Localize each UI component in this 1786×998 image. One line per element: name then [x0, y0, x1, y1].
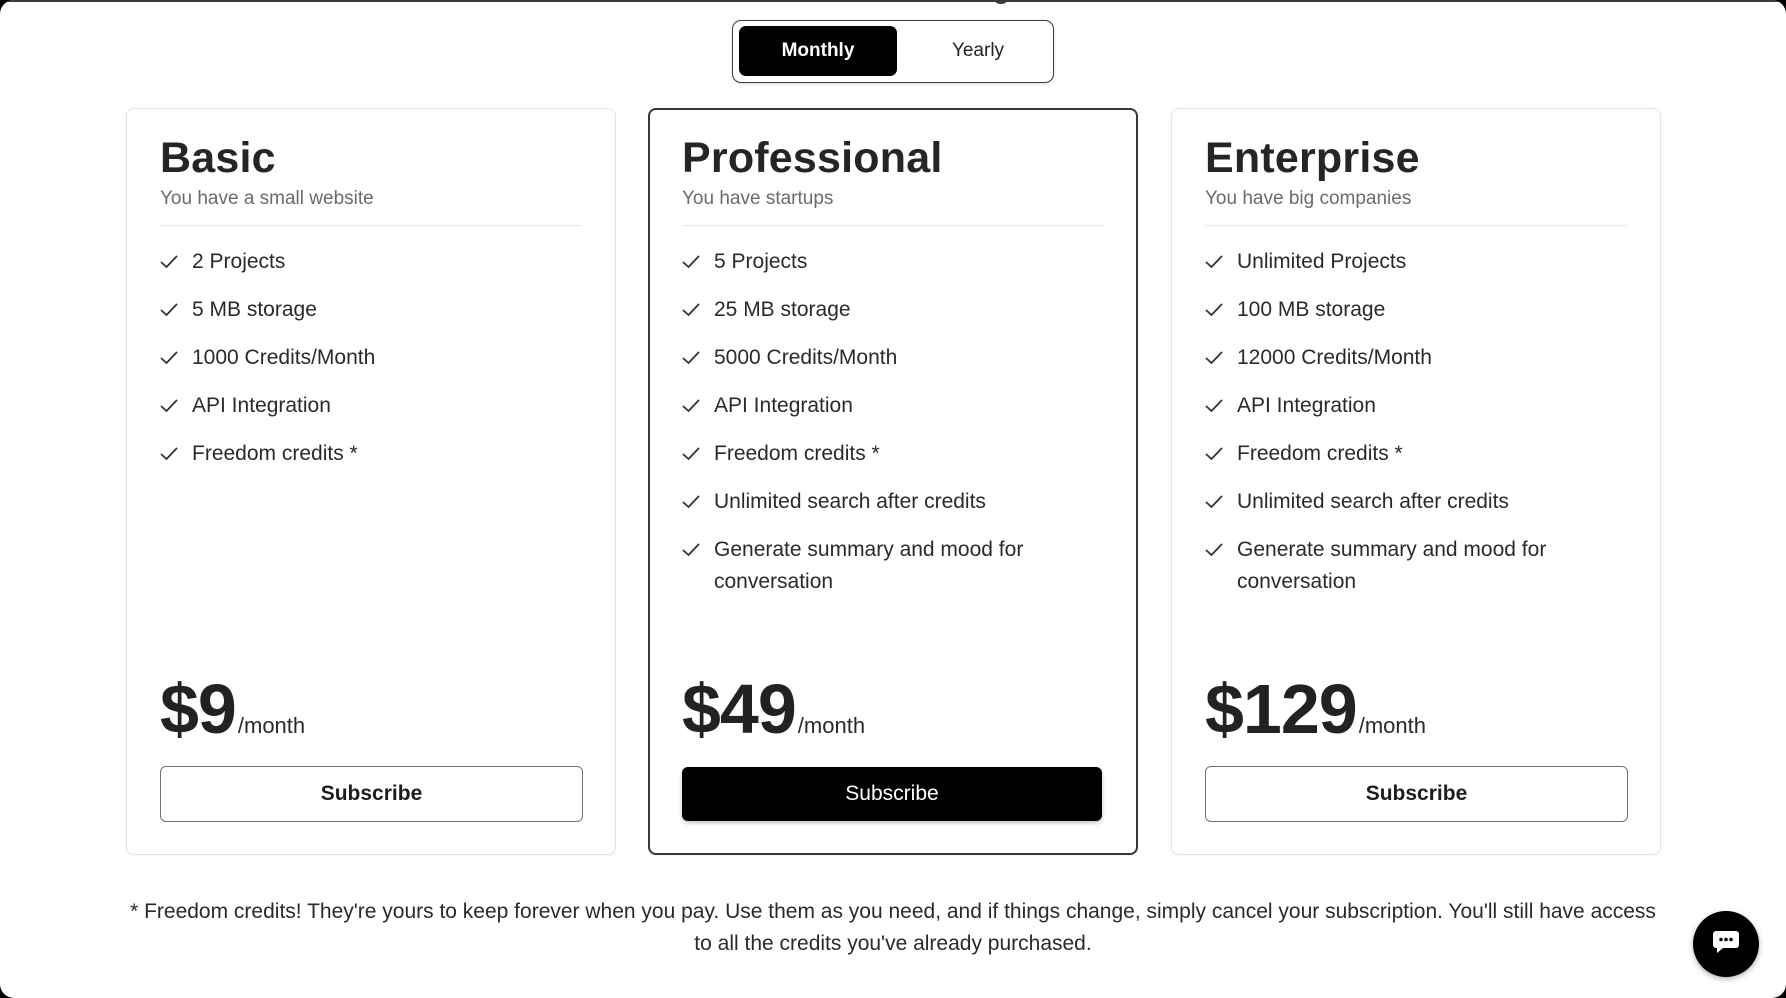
feature-label: Generate summary and mood for conversati… [714, 538, 1024, 593]
check-icon [160, 438, 192, 470]
price-row: $129 /month [1205, 669, 1426, 749]
feature-list: Unlimited Projects 100 MB storage 12000 … [1205, 246, 1627, 598]
feature-item: Generate summary and mood for conversati… [1205, 534, 1627, 598]
chat-bubble-icon [1711, 928, 1741, 961]
check-icon [682, 534, 714, 566]
check-icon [682, 486, 714, 518]
check-icon [160, 246, 192, 278]
feature-label: Generate summary and mood for conversati… [1237, 538, 1547, 593]
check-icon [1205, 390, 1237, 422]
subscribe-button-enterprise[interactable]: Subscribe [1205, 766, 1628, 822]
feature-label: 1000 Credits/Month [192, 346, 376, 369]
subscribe-button-basic[interactable]: Subscribe [160, 766, 583, 822]
check-icon [682, 294, 714, 326]
subscribe-button-professional[interactable]: Subscribe [682, 767, 1102, 821]
feature-label: Unlimited Projects [1237, 250, 1407, 273]
feature-item: Generate summary and mood for conversati… [682, 534, 1104, 598]
check-icon [160, 342, 192, 374]
billing-period-toggle[interactable]: Monthly Yearly [732, 20, 1054, 83]
top-divider [0, 0, 1786, 2]
feature-item: Unlimited Projects [1205, 246, 1627, 278]
check-icon [1205, 246, 1237, 278]
feature-item: API Integration [160, 390, 582, 422]
feature-label: 5000 Credits/Month [714, 346, 898, 369]
plan-divider [160, 225, 582, 226]
feature-item: Unlimited search after credits [1205, 486, 1627, 518]
feature-item: 12000 Credits/Month [1205, 342, 1627, 374]
feature-label: API Integration [192, 394, 331, 417]
check-icon [1205, 438, 1237, 470]
chat-widget-button[interactable] [1693, 911, 1759, 977]
plan-price: $9 [160, 670, 237, 748]
check-icon [1205, 342, 1237, 374]
check-icon [1205, 294, 1237, 326]
check-icon [682, 390, 714, 422]
price-period: /month [1358, 713, 1426, 738]
feature-item: Freedom credits * [1205, 438, 1627, 470]
feature-list: 2 Projects 5 MB storage 1000 Credits/Mon… [160, 246, 582, 470]
feature-list: 5 Projects 25 MB storage 5000 Credits/Mo… [682, 246, 1104, 598]
feature-item: 2 Projects [160, 246, 582, 278]
plan-description: You have startups [682, 188, 834, 209]
feature-label: Freedom credits * [714, 442, 880, 465]
feature-label: 25 MB storage [714, 298, 851, 321]
plan-card-basic: Basic You have a small website 2 Project… [126, 108, 616, 855]
plan-price: $129 [1205, 670, 1358, 748]
feature-item: 25 MB storage [682, 294, 1104, 326]
check-icon [160, 390, 192, 422]
feature-item: API Integration [1205, 390, 1627, 422]
price-row: $49 /month [682, 669, 865, 749]
feature-label: 100 MB storage [1237, 298, 1386, 321]
plan-card-professional: Professional You have startups 5 Project… [648, 108, 1138, 855]
check-icon [682, 246, 714, 278]
feature-label: 5 Projects [714, 250, 808, 273]
freedom-credits-footnote: * Freedom credits! They're yours to keep… [130, 900, 1656, 955]
check-icon [682, 438, 714, 470]
feature-item: 1000 Credits/Month [160, 342, 582, 374]
price-period: /month [237, 713, 306, 738]
plan-description: You have big companies [1205, 188, 1412, 209]
check-icon [1205, 486, 1237, 518]
feature-label: 2 Projects [192, 250, 286, 273]
feature-item: 5 MB storage [160, 294, 582, 326]
price-period: /month [797, 713, 866, 738]
feature-label: API Integration [714, 394, 853, 417]
plan-price: $49 [682, 670, 797, 748]
pricing-page: Monthly Yearly Basic You have a small we… [0, 0, 1786, 998]
check-icon [682, 342, 714, 374]
feature-label: Freedom credits * [1237, 442, 1403, 465]
feature-label: API Integration [1237, 394, 1376, 417]
yearly-option[interactable]: Yearly [899, 26, 1057, 76]
feature-item: 5000 Credits/Month [682, 342, 1104, 374]
feature-label: Unlimited search after credits [714, 490, 986, 513]
top-indicator [992, 0, 1010, 4]
check-icon [1205, 534, 1237, 566]
feature-label: Freedom credits * [192, 442, 358, 465]
plan-card-enterprise: Enterprise You have big companies Unlimi… [1171, 108, 1661, 855]
feature-item: Freedom credits * [160, 438, 582, 470]
feature-item: API Integration [682, 390, 1104, 422]
monthly-option[interactable]: Monthly [739, 26, 897, 76]
price-row: $9 /month [160, 669, 305, 749]
plan-divider [1205, 225, 1627, 226]
plan-divider [682, 225, 1104, 226]
plan-name: Enterprise [1205, 134, 1420, 182]
check-icon [160, 294, 192, 326]
feature-label: 5 MB storage [192, 298, 317, 321]
plan-name: Basic [160, 134, 276, 182]
feature-label: 12000 Credits/Month [1237, 346, 1432, 369]
feature-item: 5 Projects [682, 246, 1104, 278]
feature-item: Unlimited search after credits [682, 486, 1104, 518]
feature-item: Freedom credits * [682, 438, 1104, 470]
plan-name: Professional [682, 134, 943, 182]
feature-label: Unlimited search after credits [1237, 490, 1509, 513]
feature-item: 100 MB storage [1205, 294, 1627, 326]
plan-description: You have a small website [160, 188, 374, 209]
